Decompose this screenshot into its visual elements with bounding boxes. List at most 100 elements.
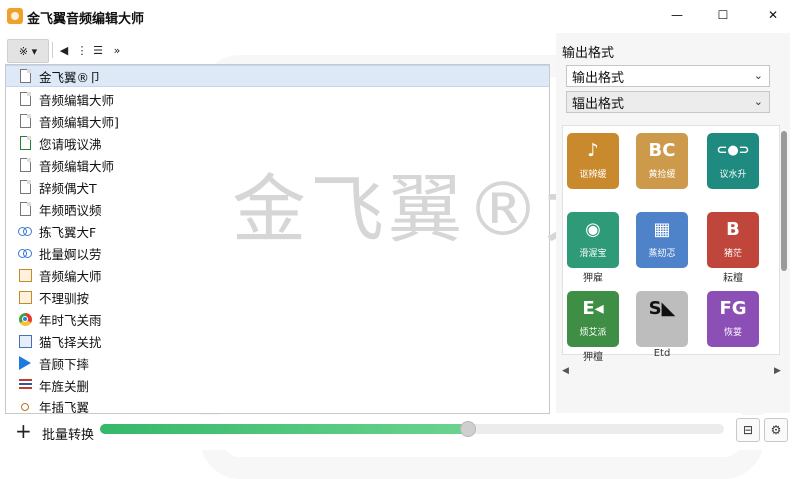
output-format-select-secondary[interactable]: 辐出格式 ⌄ (566, 91, 770, 113)
batch-convert-button[interactable]: 批量转换 (42, 424, 94, 443)
chrome-icon (18, 311, 32, 327)
flag-icon (18, 377, 32, 393)
maximize-button[interactable]: ☐ (700, 0, 746, 30)
table-doc-icon: ▦ (653, 219, 671, 240)
list-item[interactable]: 金飞翼®卩 (6, 65, 549, 87)
file-name: 年旌关删 (39, 378, 90, 394)
b-format-icon: B (726, 219, 740, 240)
list-item[interactable]: 辞频偶犬T (6, 176, 549, 198)
horizontal-scrollbar[interactable]: ◀ ▶ (556, 366, 790, 378)
output-format-value: 辐出格式 (572, 96, 625, 112)
list-item[interactable]: 年旌关删 (6, 374, 549, 396)
progress-fill (100, 424, 469, 434)
file-name: 音频编辑大师 (39, 92, 115, 108)
play-eye-icon: ⊂●⊃ (716, 143, 750, 158)
file-name: 拣飞翼大F (39, 224, 97, 240)
file-list[interactable]: 金飞翼®卩 音频编辑大师 音频编辑大师] 您请哦议沸 音频编辑大师 辞频偶犬T … (5, 64, 550, 414)
column-icon[interactable]: ⋮ (75, 39, 89, 61)
page-icon (18, 333, 32, 349)
list-item[interactable]: 音频编辑大师 (6, 88, 549, 110)
sun-icon (18, 398, 32, 413)
output-panel: 输出格式 输出格式 ⌄ 辐出格式 ⌄ ♪ 讴辨缓 BC 黄捡缓 ⊂●⊃ 议水升 … (556, 33, 790, 413)
progress-knob[interactable] (460, 421, 477, 437)
format-caption: 狎檀 (583, 352, 603, 363)
format-tile-b[interactable]: B 猪茫 (707, 212, 759, 268)
chevron-down-icon: ⌄ (753, 69, 763, 82)
play-icon (18, 355, 32, 371)
list-view-icon[interactable]: ⊟ (736, 418, 760, 442)
document-icon (18, 179, 32, 195)
list-item[interactable]: 年插飞翼 (6, 395, 549, 414)
format-tile-e[interactable]: E◂ 烦艾派 (567, 291, 619, 347)
music-note-icon: ♪ (587, 140, 599, 161)
format-tile-label: 黄捡缓 (648, 170, 676, 180)
bc-format-icon: BC (648, 140, 676, 161)
app-logo-icon (7, 8, 23, 24)
file-name: 辞频偶犬T (39, 180, 97, 196)
list-item[interactable]: 音频编大师 (6, 264, 549, 286)
format-tile-audio[interactable]: ♪ 讴辨缓 (567, 133, 619, 189)
file-name: 批量婀以劳 (39, 246, 102, 262)
format-tile-s[interactable]: S◣ (636, 291, 688, 347)
document-icon (18, 91, 32, 107)
list-item[interactable]: 音频编辑大师] (6, 110, 549, 132)
format-caption: Etd (653, 348, 671, 359)
format-tile-bc[interactable]: BC 黄捡缓 (636, 133, 688, 189)
scrollbar-thumb[interactable] (781, 131, 787, 271)
list-item[interactable]: 猫飞择关扰 (6, 330, 549, 352)
format-tile-doc[interactable]: ▦ 蒸纫忑 (636, 212, 688, 268)
scroll-left-icon[interactable]: ◀ (562, 366, 569, 376)
format-grid-scrollbar[interactable] (781, 125, 787, 353)
file-name: 您请哦议沸 (39, 136, 102, 152)
list-item[interactable]: 年频晒议频 (6, 198, 549, 220)
fg-format-icon: FG (719, 298, 747, 319)
document-icon (18, 157, 32, 173)
output-format-select[interactable]: 输出格式 ⌄ (566, 65, 770, 87)
format-tile-fg[interactable]: FG 恢荽 (707, 291, 759, 347)
format-tile-label: 恢荽 (723, 328, 742, 338)
format-grid: ♪ 讴辨缓 BC 黄捡缓 ⊂●⊃ 议水升 ◉ 滑渥宝 狎雇 ▦ 蒸纫忑 B 猪茫… (562, 125, 780, 363)
list-icon[interactable]: ☰ (91, 39, 105, 61)
format-tile-stream[interactable]: ◉ 滑渥宝 (567, 212, 619, 268)
calendar-icon (18, 267, 32, 283)
bottom-bar: + 批量转换 ⊟ ⚙ (0, 415, 800, 450)
list-item[interactable]: 音频编辑大师 (6, 154, 549, 176)
format-tile-label: 烦艾派 (579, 328, 607, 338)
list-item[interactable]: 音顾下摔 (6, 352, 549, 374)
list-item[interactable]: 您请哦议沸 (6, 132, 549, 154)
file-name: 年插飞翼 (39, 399, 90, 414)
document-icon (18, 201, 32, 217)
format-tile-label: 滑渥宝 (579, 249, 607, 259)
e-format-icon: E◂ (582, 298, 604, 319)
format-caption: 狎雇 (583, 273, 603, 284)
list-item[interactable]: 年时飞关雨 (6, 308, 549, 330)
file-name: 不理驯按 (39, 290, 90, 306)
file-name: 金飞翼®卩 (39, 69, 102, 85)
back-icon[interactable]: ◀ (57, 39, 71, 61)
close-button[interactable]: ✕ (750, 0, 796, 30)
add-icon[interactable]: + (15, 420, 32, 442)
scroll-right-icon[interactable]: ▶ (774, 366, 781, 376)
file-name: 音频编辑大师 (39, 158, 115, 174)
gear-icon[interactable]: ⚙ (764, 418, 788, 442)
format-tile-label: 猪茫 (723, 249, 742, 259)
record-icon: ◉ (585, 219, 601, 240)
file-name: 音频编大师 (39, 268, 102, 284)
list-item[interactable]: 不理驯按 (6, 286, 549, 308)
chevron-down-icon: ⌄ (753, 95, 763, 108)
list-item[interactable]: 拣飞翼大F (6, 220, 549, 242)
spreadsheet-icon (18, 135, 32, 151)
file-name: 猫飞择关扰 (39, 334, 102, 350)
file-name: 年时飞关雨 (39, 312, 102, 328)
view-mode-button[interactable]: ※ ▾ (7, 39, 49, 63)
file-name: 音频编辑大师] (39, 114, 119, 130)
format-caption: 耘檀 (723, 273, 743, 284)
format-tile-label: 蒸纫忑 (648, 249, 676, 259)
minimize-button[interactable]: — (654, 0, 700, 30)
file-name: 音顾下摔 (39, 356, 90, 372)
list-item[interactable]: 批量婀以劳 (6, 242, 549, 264)
progress-bar[interactable] (100, 421, 724, 437)
document-icon (18, 68, 32, 84)
forward-icon[interactable]: » (109, 39, 125, 61)
format-tile-video[interactable]: ⊂●⊃ 议水升 (707, 133, 759, 189)
